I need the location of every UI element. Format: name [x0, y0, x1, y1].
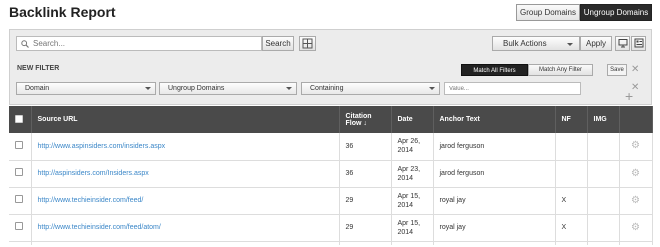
- match-all-filters-button[interactable]: Match All Filters: [461, 64, 528, 76]
- table-row: http://www.techieinsider.com/feed/atom/ …: [9, 214, 653, 242]
- row-settings-cell: ⚙: [619, 160, 653, 188]
- source-url-link[interactable]: http://www.techieinsider.com/feed/atom/: [38, 224, 161, 231]
- filter-field-value: Domain: [25, 85, 50, 92]
- close-icon[interactable]: ✕: [631, 65, 639, 75]
- anchor-text-cell: jarod ferguson: [433, 133, 556, 161]
- new-filter-heading: NEW FILTER: [17, 65, 60, 72]
- citation-flow-cell: 29: [339, 187, 392, 215]
- select-all-checkbox[interactable]: [15, 114, 23, 123]
- img-cell: [587, 133, 620, 161]
- anchor-text-cell: royal jay: [433, 214, 556, 242]
- search-box: [16, 36, 262, 51]
- row-checkbox[interactable]: [15, 168, 23, 176]
- col-date[interactable]: Date: [391, 106, 434, 133]
- col-nf[interactable]: NF: [555, 106, 588, 133]
- anchor-text-cell: royal jay: [433, 187, 556, 215]
- select-all-cell: [9, 106, 32, 133]
- backlink-table: Source URL Citation Flow ↓ Date Anchor T…: [9, 106, 653, 245]
- col-img[interactable]: IMG: [587, 106, 620, 133]
- filter-panel: Search Bulk Actions Apply NEW FILTER Mat…: [9, 29, 652, 105]
- img-cell: [587, 187, 620, 215]
- date-cell: Apr 15, 2014: [391, 187, 434, 215]
- add-filter-plus-icon[interactable]: +: [625, 89, 633, 103]
- row-select-cell: [9, 160, 32, 188]
- table-row-partial: [9, 241, 653, 245]
- col-source-url[interactable]: Source URL: [31, 106, 340, 133]
- row-settings-cell: ⚙: [619, 187, 653, 215]
- img-cell: [587, 214, 620, 242]
- table-row: http://www.aspinsiders.com/insiders.aspx…: [9, 133, 653, 161]
- columns-icon: [302, 38, 313, 49]
- nf-cell: [555, 133, 588, 161]
- source-url-cell: http://www.aspinsiders.com/insiders.aspx: [31, 133, 340, 161]
- monitor-icon: [618, 39, 627, 48]
- bulk-actions-select[interactable]: Bulk Actions: [492, 36, 580, 51]
- source-url-link[interactable]: http://www.techieinsider.com/feed/: [38, 197, 144, 204]
- grid-view-button[interactable]: [631, 36, 646, 51]
- anchor-text-cell: jarod ferguson: [433, 160, 556, 188]
- save-filter-button[interactable]: Save: [607, 64, 627, 76]
- col-citation-flow[interactable]: Citation Flow ↓: [339, 106, 392, 133]
- nf-cell: X: [555, 214, 588, 242]
- page-title: Backlink Report: [9, 4, 116, 20]
- filter-grouping-select[interactable]: Ungroup Domains: [159, 82, 297, 95]
- bulk-actions-label: Bulk Actions: [503, 39, 547, 48]
- gear-icon[interactable]: ⚙: [631, 195, 640, 206]
- gear-icon[interactable]: ⚙: [631, 140, 640, 151]
- row-select-cell: [9, 214, 32, 242]
- row-select-cell: [9, 133, 32, 161]
- apply-button[interactable]: Apply: [580, 36, 612, 51]
- gear-icon[interactable]: ⚙: [631, 168, 640, 179]
- row-select-cell: [9, 187, 32, 215]
- table-header-row: Source URL Citation Flow ↓ Date Anchor T…: [9, 106, 653, 133]
- source-url-link[interactable]: http://www.aspinsiders.com/insiders.aspx: [38, 143, 166, 150]
- nf-cell: [555, 160, 588, 188]
- group-domains-button[interactable]: Group Domains: [516, 4, 580, 21]
- row-checkbox[interactable]: [15, 222, 23, 230]
- col-actions: [619, 106, 653, 133]
- source-url-link[interactable]: http://aspinsiders.com/Insiders.aspx: [38, 170, 149, 177]
- source-url-cell: http://aspinsiders.com/Insiders.aspx: [31, 160, 340, 188]
- row-settings-cell: ⚙: [619, 214, 653, 242]
- grid-view-icon: [634, 38, 643, 48]
- source-url-cell: http://www.techieinsider.com/feed/atom/: [31, 214, 340, 242]
- date-cell: Apr 26, 2014: [391, 133, 434, 161]
- date-cell: Apr 23, 2014: [391, 160, 434, 188]
- img-cell: [587, 160, 620, 188]
- col-anchor-text[interactable]: Anchor Text: [433, 106, 556, 133]
- filter-operator-value: Containing: [310, 85, 344, 92]
- chevron-down-icon: [429, 87, 435, 90]
- row-checkbox[interactable]: [15, 140, 23, 149]
- chevron-down-icon: [145, 87, 151, 90]
- chevron-down-icon: [567, 43, 573, 46]
- filter-grouping-value: Ungroup Domains: [168, 85, 225, 92]
- table-row: http://aspinsiders.com/Insiders.aspx 36 …: [9, 160, 653, 188]
- gear-icon[interactable]: ⚙: [631, 222, 640, 233]
- row-checkbox[interactable]: [15, 195, 23, 203]
- date-cell: Apr 15, 2014: [391, 214, 434, 242]
- search-icon: [21, 40, 29, 48]
- chevron-down-icon: [286, 87, 292, 90]
- monitor-view-button[interactable]: [615, 36, 630, 51]
- search-button[interactable]: Search: [262, 36, 294, 51]
- citation-flow-cell: 36: [339, 133, 392, 161]
- citation-flow-cell: 29: [339, 214, 392, 242]
- ungroup-domains-button[interactable]: Ungroup Domains: [580, 4, 652, 21]
- search-input[interactable]: [33, 38, 259, 49]
- columns-button[interactable]: [299, 36, 316, 51]
- nf-cell: X: [555, 187, 588, 215]
- filter-field-select[interactable]: Domain: [16, 82, 156, 95]
- filter-value-input[interactable]: [444, 82, 581, 95]
- match-any-filter-button[interactable]: Match Any Filter: [528, 64, 593, 76]
- table-row: http://www.techieinsider.com/feed/ 29 Ap…: [9, 187, 653, 215]
- source-url-cell: http://www.techieinsider.com/feed/: [31, 187, 340, 215]
- row-settings-cell: ⚙: [619, 133, 653, 161]
- citation-flow-cell: 36: [339, 160, 392, 188]
- filter-operator-select[interactable]: Containing: [301, 82, 440, 95]
